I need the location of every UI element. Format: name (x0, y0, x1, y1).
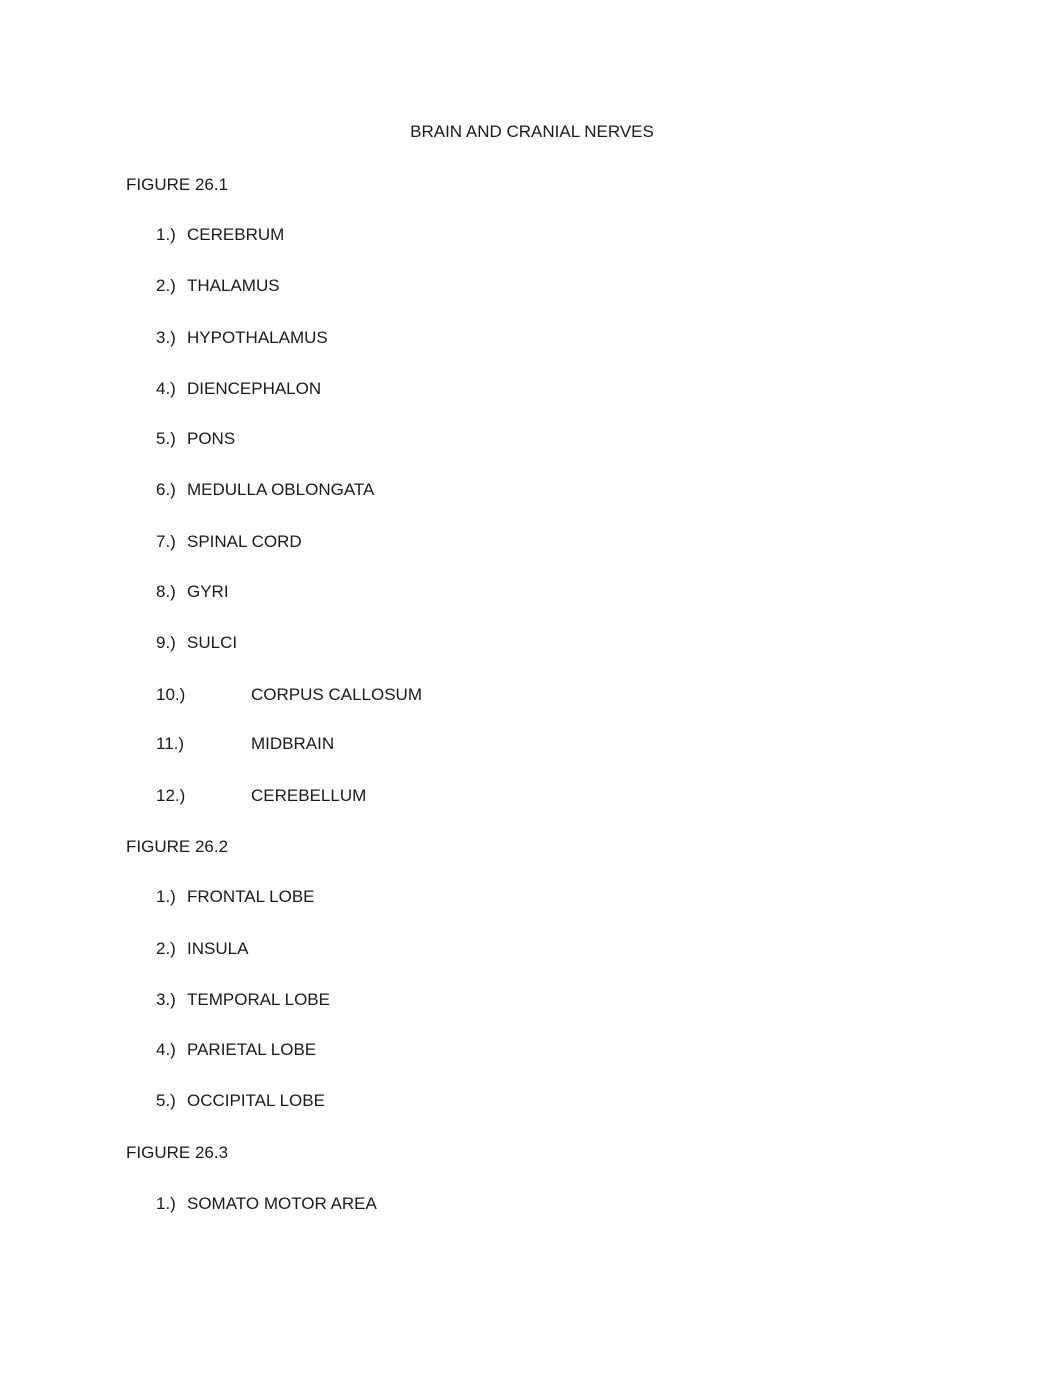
item-label: PARIETAL LOBE (187, 1040, 317, 1059)
list-item: 12.) CEREBELLUM (156, 785, 366, 807)
item-label: CEREBRUM (187, 225, 285, 244)
item-label: MIDBRAIN (251, 734, 335, 753)
list-item: 11.) MIDBRAIN (156, 733, 334, 755)
item-label: TEMPORAL LOBE (187, 990, 330, 1009)
list-item: 9.) SULCI (156, 632, 237, 654)
list-item: 3.) HYPOTHALAMUS (156, 327, 328, 349)
section-heading: FIGURE 26.2 (126, 837, 229, 856)
item-number: 11.) (156, 734, 185, 753)
item-label: SOMATO MOTOR AREA (187, 1194, 377, 1213)
item-number: 8.) (156, 582, 176, 601)
item-number: 2.) (156, 276, 176, 295)
list-item: 4.) PARIETAL LOBE (156, 1039, 316, 1061)
item-label: PONS (187, 429, 236, 448)
item-number: 1.) (156, 887, 176, 906)
item-label: SULCI (187, 633, 238, 652)
item-label: CORPUS CALLOSUM (251, 685, 422, 704)
list-item: 2.) THALAMUS (156, 275, 280, 297)
item-number: 2.) (156, 939, 176, 958)
item-label: HYPOTHALAMUS (187, 328, 328, 347)
list-item: 1.) FRONTAL LOBE (156, 886, 315, 908)
list-item: 10.) CORPUS CALLOSUM (156, 684, 422, 706)
item-label: OCCIPITAL LOBE (187, 1091, 325, 1110)
item-number: 4.) (156, 1040, 176, 1059)
item-number: 4.) (156, 379, 176, 398)
section-heading: FIGURE 26.3 (126, 1143, 229, 1162)
item-number: 3.) (156, 990, 176, 1009)
list-item: 3.) TEMPORAL LOBE (156, 989, 330, 1011)
list-item: 5.) OCCIPITAL LOBE (156, 1090, 325, 1112)
section-heading: FIGURE 26.1 (126, 175, 229, 194)
item-label: SPINAL CORD (187, 532, 302, 551)
list-item: 7.) SPINAL CORD (156, 531, 302, 553)
list-item: 2.) INSULA (156, 938, 248, 960)
item-number: 9.) (156, 633, 176, 652)
list-item: 1.) SOMATO MOTOR AREA (156, 1193, 377, 1215)
item-label: DIENCEPHALON (187, 379, 322, 398)
item-label: CEREBELLUM (251, 786, 367, 805)
list-item: 1.) CEREBRUM (156, 224, 284, 246)
item-label: FRONTAL LOBE (187, 887, 315, 906)
list-item: 8.) GYRI (156, 581, 229, 603)
list-item: 5.) PONS (156, 428, 235, 450)
item-number: 5.) (156, 429, 176, 448)
item-label: INSULA (187, 939, 249, 958)
item-number: 7.) (156, 532, 176, 551)
item-number: 3.) (156, 328, 176, 347)
item-number: 6.) (156, 480, 176, 499)
item-number: 1.) (156, 1194, 176, 1213)
item-label: THALAMUS (187, 276, 280, 295)
item-label: MEDULLA OBLONGATA (187, 480, 375, 499)
item-label: GYRI (187, 582, 229, 601)
list-item: 4.) DIENCEPHALON (156, 378, 321, 400)
item-number: 10.) (156, 685, 186, 704)
item-number: 1.) (156, 225, 176, 244)
item-number: 12.) (156, 786, 186, 805)
document-title: BRAIN AND CRANIAL NERVES (410, 122, 654, 141)
list-item: 6.) MEDULLA OBLONGATA (156, 479, 374, 501)
item-number: 5.) (156, 1091, 176, 1110)
